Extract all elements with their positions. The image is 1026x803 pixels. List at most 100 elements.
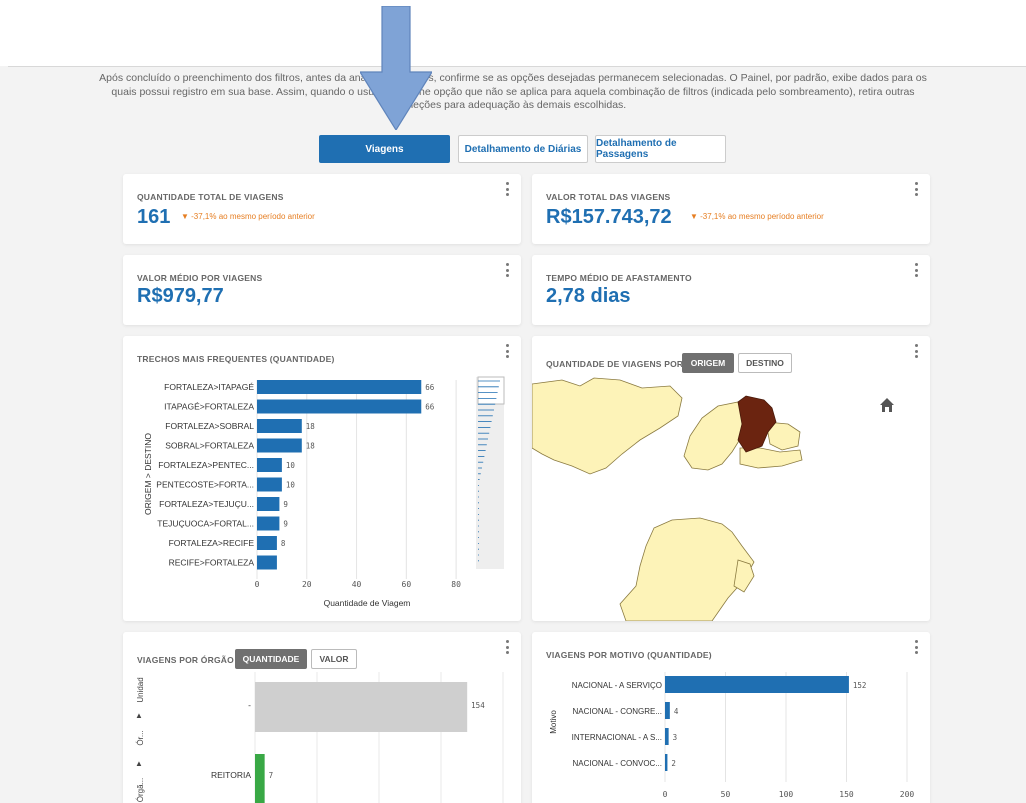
bar <box>255 754 265 803</box>
data-label: 10 <box>286 481 296 490</box>
organ-axis-item: Ór... <box>136 730 145 745</box>
kpi-value: 161 <box>137 206 171 228</box>
data-label: 18 <box>306 422 316 431</box>
data-label: 152 <box>853 681 867 690</box>
bar <box>257 419 302 433</box>
kebab-menu-icon[interactable] <box>503 182 511 196</box>
bar <box>257 555 277 570</box>
state-south <box>619 517 755 621</box>
data-label: 4 <box>674 707 679 716</box>
data-label: 7 <box>269 771 274 780</box>
y-axis-label: Motivo <box>549 710 558 734</box>
category-label: - <box>248 700 251 710</box>
tab-detalhamento-passagens[interactable]: Detalhamento de Passagens <box>595 135 726 163</box>
x-tick-label: 20 <box>302 580 312 589</box>
category-label: FORTALEZA>ITAPAGÉ <box>164 382 254 392</box>
bar <box>665 702 670 719</box>
x-tick-label: 0 <box>663 790 668 799</box>
scroll-track <box>476 377 504 569</box>
card-title: QUANTIDADE TOTAL DE VIAGENS <box>137 192 284 202</box>
category-label: ITAPAGÉ>FORTALEZA <box>164 402 254 412</box>
category-label: INTERNACIONAL - A S... <box>572 733 662 742</box>
bar <box>257 458 282 472</box>
trechos-card: TRECHOS MAIS FREQUENTES (QUANTIDADE) 0 20… <box>123 336 521 621</box>
kpi-card-total-value: VALOR TOTAL DAS VIAGENS R$157.743,72 ▼ -… <box>532 174 930 244</box>
data-label: 9 <box>283 500 288 509</box>
kpi-card-avg-time: TEMPO MÉDIO DE AFASTAMENTO 2,78 dias <box>532 255 930 325</box>
bar <box>257 536 277 550</box>
state-region-pi <box>683 401 745 471</box>
card-title: VALOR TOTAL DAS VIAGENS <box>546 192 671 202</box>
data-label: 3 <box>673 733 678 742</box>
kpi-card-total-trips: QUANTIDADE TOTAL DE VIAGENS 161 ▼ -37,1%… <box>123 174 521 244</box>
category-label: FORTALEZA>RECIFE <box>169 538 255 548</box>
organ-axis-item: Unidad <box>136 677 145 702</box>
data-label: 8 <box>281 539 286 548</box>
bar <box>257 497 280 511</box>
kpi-value: R$979,77 <box>137 285 224 307</box>
category-label: REITORIA <box>211 770 251 780</box>
map-card: QUANTIDADE DE VIAGENS POR ORIGEM DESTINO <box>532 336 930 621</box>
data-label: 154 <box>471 701 485 710</box>
card-title: VALOR MÉDIO POR VIAGENS <box>137 273 263 283</box>
home-icon[interactable] <box>880 398 894 412</box>
category-label: FORTALEZA>SOBRAL <box>165 421 254 431</box>
bar <box>257 438 302 453</box>
organ-card: VIAGENS POR ÓRGÃO QUANTIDADE VALOR -154 R… <box>123 632 521 803</box>
data-label: 18 <box>306 442 316 451</box>
bar <box>257 380 422 394</box>
bar <box>255 682 468 732</box>
trechos-chart: 0 20 40 60 80 FORTALEZA>ITAPAGÉ 66 ITAPAGÉ>FORT… <box>143 376 505 608</box>
kebab-menu-icon[interactable] <box>912 182 920 196</box>
organ-axis-item: ▲ <box>135 759 143 768</box>
category-label: RECIFE>FORTALEZA <box>169 558 255 568</box>
category-label: NACIONAL - CONVOC... <box>573 759 663 768</box>
x-tick-label: 0 <box>255 580 260 589</box>
data-label: 9 <box>283 520 288 529</box>
x-tick-label: 50 <box>721 790 731 799</box>
category-label: TEJUÇUOCA>FORTAL... <box>157 519 254 529</box>
kpi-delta: ▼ -37,1% ao mesmo período anterior <box>181 212 315 221</box>
state-region-west <box>532 377 683 475</box>
category-label: NACIONAL - CONGRE... <box>573 707 663 716</box>
kpi-card-avg-value: VALOR MÉDIO POR VIAGENS R$979,77 <box>123 255 521 325</box>
x-tick-label: 40 <box>352 580 362 589</box>
data-label: 2 <box>671 759 676 768</box>
tab-detalhamento-diarias[interactable]: Detalhamento de Diárias <box>458 135 588 163</box>
kpi-delta: ▼ -37,1% ao mesmo período anterior <box>690 212 824 221</box>
x-tick-label: 100 <box>779 790 794 799</box>
data-label: 66 <box>425 383 435 392</box>
down-arrow-annotation <box>360 6 432 130</box>
x-tick-label: 80 <box>451 580 461 589</box>
kebab-menu-icon[interactable] <box>912 263 920 277</box>
bar <box>257 516 280 531</box>
bar <box>257 477 282 492</box>
category-label: SOBRAL>FORTALEZA <box>165 441 254 451</box>
card-title: TEMPO MÉDIO DE AFASTAMENTO <box>546 273 692 283</box>
organ-axis-item: ▲ <box>135 711 143 720</box>
top-band <box>0 0 1026 66</box>
tab-bar: Viagens Detalhamento de Diárias Detalham… <box>0 135 1026 163</box>
organ-axis-item: Órgã... <box>136 778 145 802</box>
x-tick-label: 60 <box>402 580 412 589</box>
organ-chart: - 154 REITORIA 7 Unidad ▲ Ór... ▲ Órgã... <box>135 672 504 803</box>
category-label: FORTALEZA>PENTEC... <box>158 460 254 470</box>
brazil-map[interactable] <box>532 336 930 621</box>
motivo-card: VIAGENS POR MOTIVO (QUANTIDADE) 0 50 100 15… <box>532 632 930 803</box>
kebab-menu-icon[interactable] <box>503 263 511 277</box>
kpi-value: 2,78 dias <box>546 285 631 307</box>
tab-viagens[interactable]: Viagens <box>319 135 450 163</box>
category-label: FORTALEZA>TEJUÇU... <box>159 499 254 509</box>
category-label: NACIONAL - A SERVIÇO <box>572 681 662 690</box>
y-axis-label: ORIGEM > DESTINO <box>143 433 153 515</box>
x-tick-label: 150 <box>839 790 854 799</box>
bar <box>665 754 668 771</box>
data-label: 10 <box>286 461 296 470</box>
category-label: PENTECOSTE>FORTA... <box>156 480 254 490</box>
x-tick-label: 200 <box>900 790 915 799</box>
x-axis-label: Quantidade de Viagem <box>324 598 411 608</box>
kpi-value: R$157.743,72 <box>546 206 672 228</box>
bar <box>665 728 669 745</box>
top-divider <box>8 66 1026 67</box>
bar <box>665 676 849 693</box>
